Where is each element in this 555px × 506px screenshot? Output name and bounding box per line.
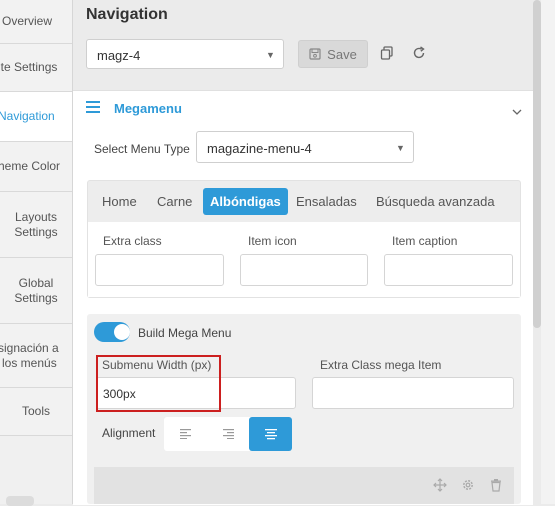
page-title: Navigation — [86, 6, 168, 23]
sidebar-item-label: signación a — [0, 340, 59, 355]
submenu-width-value: 300px — [103, 387, 136, 401]
extra-class-label: Extra class — [103, 234, 162, 248]
sidebar-item-navigation[interactable]: Navigation — [0, 92, 72, 142]
save-icon — [309, 48, 321, 60]
tab-ensaladas[interactable]: Ensaladas — [296, 194, 357, 209]
toggle-knob — [114, 324, 130, 340]
sidebar-item-overview[interactable]: Overview — [0, 0, 72, 44]
sidebar-item-label: ite Settings — [0, 60, 58, 74]
sidebar-item-global-settings[interactable]: Global Settings — [0, 258, 72, 324]
menu-select-value: magz-4 — [97, 48, 141, 63]
align-right-button[interactable] — [206, 417, 249, 451]
chevron-down-icon: ▼ — [396, 143, 405, 153]
copy-icon[interactable] — [378, 44, 396, 62]
menu-type-select[interactable]: magazine-menu-4 — [196, 131, 414, 163]
menu-select[interactable]: magz-4 — [86, 39, 284, 69]
save-button[interactable]: Save — [298, 40, 368, 68]
select-menu-type-label: Select Menu Type — [94, 142, 190, 156]
collapse-chevron-icon[interactable] — [512, 103, 522, 121]
alignment-label: Alignment — [102, 426, 156, 440]
trash-icon[interactable] — [489, 478, 503, 492]
extra-class-input[interactable] — [95, 254, 224, 286]
align-center-icon — [264, 428, 277, 439]
tab-home[interactable]: Home — [102, 194, 137, 209]
sidebar-item-theme-color[interactable]: heme Color — [0, 142, 72, 192]
extra-class-mega-label: Extra Class mega Item — [320, 358, 442, 372]
sidebar-item-label: Settings — [14, 224, 58, 239]
sidebar-scroll-stub — [6, 496, 34, 506]
submenu-width-label: Submenu Width (px) — [102, 358, 212, 372]
sidebar-item-label: Tools — [21, 404, 50, 418]
mega-row — [94, 467, 514, 504]
scrollbar-track[interactable] — [541, 0, 555, 504]
item-icon-input[interactable] — [240, 254, 368, 286]
tab-busqueda-avanzada[interactable]: Búsqueda avanzada — [376, 194, 495, 209]
extra-class-mega-input[interactable] — [312, 377, 514, 409]
sidebar-item-menu-assignment[interactable]: signación a los menús — [0, 324, 72, 388]
move-icon[interactable] — [433, 478, 447, 492]
item-icon-label: Item icon — [248, 234, 297, 248]
chevron-down-icon: ▼ — [266, 50, 275, 60]
item-caption-label: Item caption — [392, 234, 458, 248]
sidebar-item-label: heme Color — [0, 159, 61, 173]
menu-type-value: magazine-menu-4 — [207, 141, 312, 156]
align-center-button[interactable] — [249, 417, 292, 451]
sidebar-item-tools[interactable]: Tools — [0, 388, 72, 436]
save-button-label: Save — [327, 46, 357, 62]
megamenu-title: Megamenu — [114, 101, 182, 116]
gear-icon[interactable] — [461, 478, 475, 492]
refresh-icon[interactable] — [410, 44, 428, 62]
sidebar-item-label: Navigation — [0, 109, 55, 123]
sidebar-item-label: Overview — [1, 14, 52, 28]
tab-carne[interactable]: Carne — [157, 194, 192, 209]
build-mega-menu-label: Build Mega Menu — [138, 326, 232, 340]
hamburger-icon[interactable] — [86, 100, 100, 114]
submenu-width-input[interactable]: 300px — [96, 377, 296, 409]
sidebar-item-label: Settings — [14, 290, 58, 305]
sidebar-item-site-settings[interactable]: ite Settings — [0, 44, 72, 92]
item-caption-input[interactable] — [384, 254, 513, 286]
align-left-button[interactable] — [164, 417, 207, 451]
sidebar-item-label: Global — [18, 275, 54, 290]
sidebar-item-label: los menús — [2, 355, 57, 370]
sidebar-item-layouts-settings[interactable]: Layouts Settings — [0, 192, 72, 258]
tab-albondigas[interactable]: Albóndigas — [203, 188, 288, 215]
align-left-icon — [179, 429, 191, 439]
scrollbar-thumb[interactable] — [533, 0, 541, 328]
sidebar-item-label: Layouts — [14, 209, 58, 224]
align-right-icon — [222, 429, 234, 439]
